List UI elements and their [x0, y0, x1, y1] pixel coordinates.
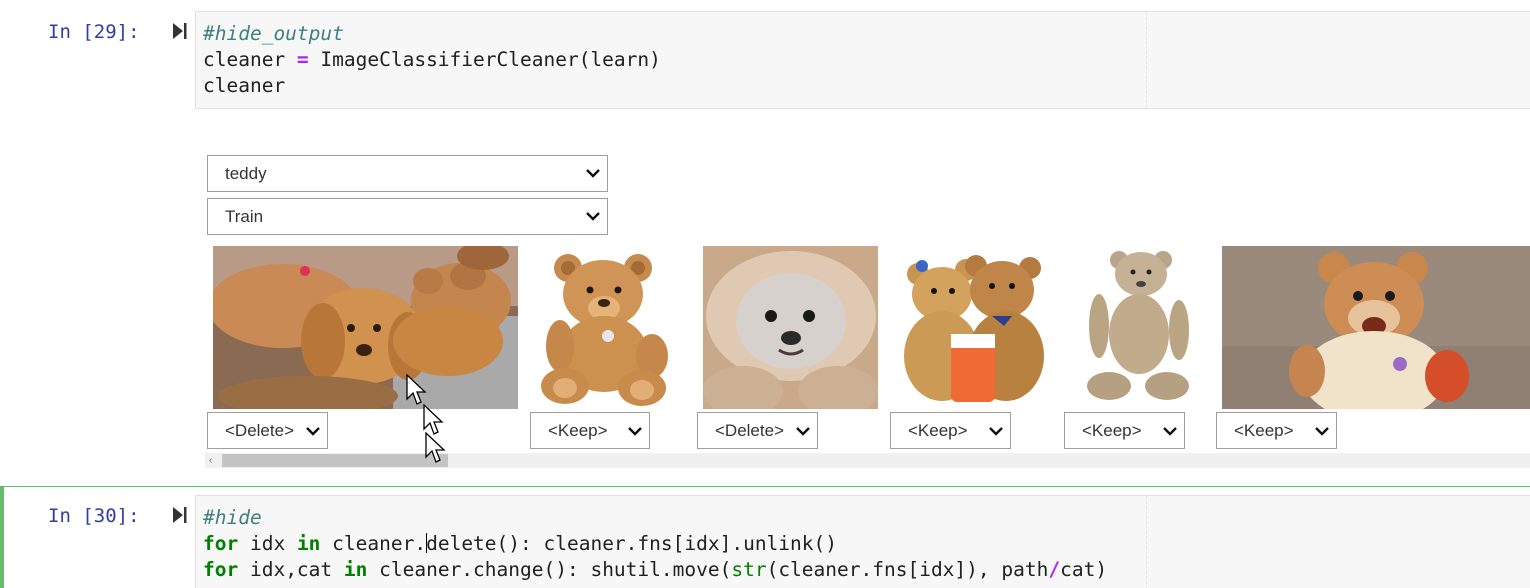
code-token: for — [203, 558, 239, 581]
image-thumbnail-fluffy-dog — [703, 246, 878, 409]
chevron-down-icon — [796, 427, 810, 436]
action-select-value: <Keep> — [1234, 421, 1294, 440]
run-cell-icon[interactable] — [172, 21, 188, 41]
cell-prompt-29: In [29]: — [48, 21, 140, 43]
image-thumbnail-puppies — [213, 246, 518, 409]
split-select-value: Train — [225, 207, 264, 226]
action-select-value: <Keep> — [1082, 421, 1142, 440]
code-token: cleaner — [203, 74, 286, 97]
code-token: #hide — [203, 506, 262, 529]
cell-prompt-30: In [30]: — [48, 505, 140, 527]
action-select-value: <Delete> — [715, 421, 784, 440]
mouse-pointer-icon — [406, 374, 427, 405]
code-token: cleaner — [203, 48, 297, 71]
category-select-value: teddy — [225, 164, 267, 183]
cell-selection-bar — [0, 487, 4, 588]
code-token: cat) — [1060, 558, 1108, 581]
code-line: cleaner — [203, 74, 285, 97]
line-length-ruler — [1146, 12, 1147, 108]
action-select-value: <Keep> — [908, 421, 968, 440]
action-select-3[interactable]: <Delete> — [697, 412, 818, 449]
code-token: cleaner. — [320, 532, 427, 555]
code-token: cleaner.change(): shutil.move( — [367, 558, 732, 581]
chevron-down-icon — [586, 212, 600, 221]
code-token: idx — [238, 532, 297, 555]
action-select-4[interactable]: <Keep> — [890, 412, 1011, 449]
code-cell-30[interactable]: #hide for idx in cleaner.delete(): clean… — [195, 495, 1530, 588]
code-line: for idx in cleaner.delete(): cleaner.fns… — [203, 532, 837, 555]
image-thumbnail-teddy — [530, 246, 682, 409]
scroll-left-icon[interactable]: ‹ — [209, 454, 212, 467]
action-select-5[interactable]: <Keep> — [1064, 412, 1185, 449]
chevron-down-icon — [628, 427, 642, 436]
line-length-ruler — [1146, 496, 1147, 588]
action-select-1[interactable]: <Delete> — [207, 412, 328, 449]
code-token: #hide_output — [203, 22, 344, 45]
chevron-down-icon — [1163, 427, 1177, 436]
code-token: = — [296, 48, 309, 71]
code-line: #hide — [203, 506, 262, 529]
run-cell-icon[interactable] — [172, 505, 188, 525]
action-select-6[interactable]: <Keep> — [1216, 412, 1337, 449]
code-token: ImageClassifierCleaner(learn) — [308, 48, 661, 71]
image-thumbnail-ruxpin — [1222, 246, 1530, 409]
code-token: str — [731, 558, 767, 581]
code-token: for — [203, 532, 239, 555]
code-token: in — [296, 532, 321, 555]
category-select[interactable]: teddy — [207, 155, 608, 192]
chevron-down-icon — [586, 169, 600, 178]
code-line: #hide_output — [203, 22, 344, 45]
code-token: / — [1048, 558, 1061, 581]
cell-selection-border — [0, 486, 1530, 487]
code-token: in — [343, 558, 368, 581]
code-token: delete(): cleaner.fns[idx].unlink() — [426, 532, 837, 555]
code-token: (cleaner.fns[idx]), path — [766, 558, 1049, 581]
image-thumbnail-two-bears — [896, 246, 1052, 409]
action-select-value: <Delete> — [225, 421, 294, 440]
action-select-value: <Keep> — [548, 421, 608, 440]
chevron-down-icon — [989, 427, 1003, 436]
image-thumbnail-vintage-teddy — [1069, 246, 1204, 409]
code-line: for idx,cat in cleaner.change(): shutil.… — [203, 558, 1107, 581]
code-line: cleaner = ImageClassifierCleaner(learn) — [203, 48, 661, 71]
horizontal-scrollbar[interactable]: ‹ — [205, 453, 1530, 468]
chevron-down-icon — [1315, 427, 1329, 436]
split-select[interactable]: Train — [207, 198, 608, 235]
code-token: idx,cat — [238, 558, 344, 581]
action-select-2[interactable]: <Keep> — [530, 412, 650, 449]
code-cell-29[interactable]: #hide_output cleaner = ImageClassifierCl… — [195, 11, 1530, 109]
mouse-pointer-icon — [425, 432, 446, 463]
scrollbar-thumb[interactable] — [222, 454, 448, 467]
chevron-down-icon — [306, 427, 320, 436]
